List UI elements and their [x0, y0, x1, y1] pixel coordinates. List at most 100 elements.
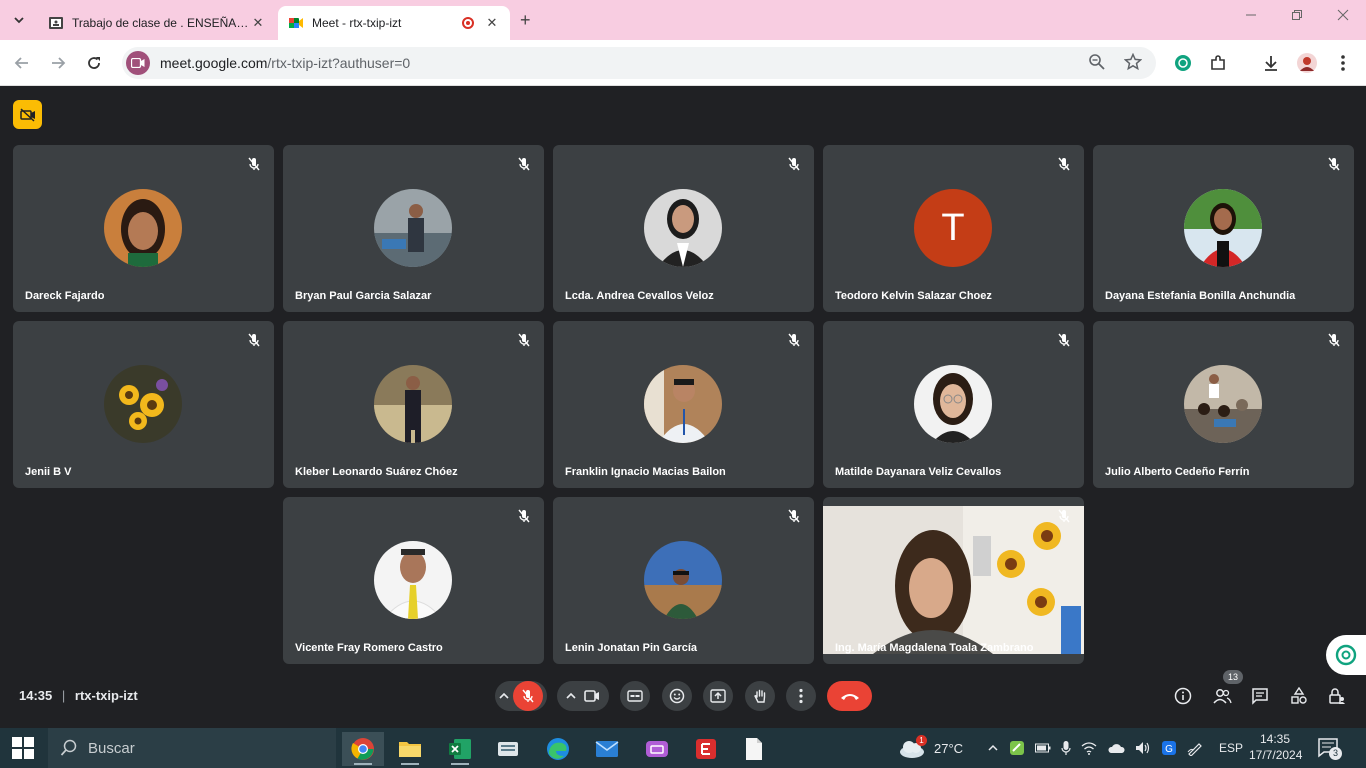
chatgpt-extension-button[interactable]	[1172, 52, 1194, 74]
people-button[interactable]	[1212, 686, 1232, 706]
participant-tile[interactable]: Dareck Fajardo	[13, 145, 274, 312]
participant-name: Lcda. Andrea Cevallos Veloz	[565, 290, 714, 302]
extensions-button[interactable]	[1207, 52, 1229, 74]
leave-call-button[interactable]	[827, 681, 872, 711]
participant-tile[interactable]: Lenin Jonatan Pin García	[553, 497, 814, 664]
camera-blocked-indicator[interactable]	[13, 100, 42, 129]
participant-tile[interactable]: Julio Alberto Cedeño Ferrín	[1093, 321, 1354, 488]
participant-tile[interactable]: Matilde Dayanara Veliz Cevallos	[823, 321, 1084, 488]
taskbar-clock[interactable]: 14:35 17/7/2024	[1249, 731, 1302, 763]
assistant-extension-button[interactable]	[1326, 635, 1366, 675]
avatar: T	[914, 189, 992, 267]
teams-icon	[646, 741, 668, 757]
restore-button[interactable]	[1274, 8, 1320, 24]
microphone-control[interactable]	[495, 681, 547, 711]
participant-tile[interactable]: Franklin Ignacio Macias Bailon	[553, 321, 814, 488]
reload-button[interactable]	[82, 51, 106, 75]
browser-menu-button[interactable]	[1332, 52, 1354, 74]
participant-tile[interactable]: Vicente Fray Romero Castro	[283, 497, 544, 664]
wifi-icon[interactable]	[1081, 741, 1097, 755]
forward-button[interactable]	[46, 51, 70, 75]
present-screen-button[interactable]	[703, 681, 733, 711]
green-app-icon[interactable]	[1009, 740, 1025, 756]
tab-meet[interactable]: Meet - rtx-txip-izt ✕	[278, 6, 510, 40]
participant-tile[interactable]: Lcda. Andrea Cevallos Veloz	[553, 145, 814, 312]
close-tab-icon[interactable]: ✕	[484, 15, 500, 31]
avatar	[1184, 365, 1262, 443]
volume-icon[interactable]	[1135, 741, 1151, 755]
avatar	[1297, 53, 1317, 73]
avatar	[104, 365, 182, 443]
camera-control[interactable]	[557, 681, 609, 711]
captions-button[interactable]	[620, 681, 650, 711]
downloads-button[interactable]	[1260, 52, 1282, 74]
taskbar-chrome[interactable]	[342, 732, 384, 766]
onedrive-icon[interactable]	[1107, 742, 1125, 754]
participant-name: Vicente Fray Romero Castro	[295, 642, 443, 654]
microphone-icon[interactable]	[1061, 740, 1071, 756]
profile-avatar[interactable]	[1296, 52, 1318, 74]
taskbar-edge[interactable]	[537, 732, 579, 766]
pen-icon[interactable]	[1187, 740, 1203, 756]
minimize-icon	[1246, 14, 1256, 16]
participant-tile[interactable]: Dayana Estefania Bonilla Anchundia	[1093, 145, 1354, 312]
taskbar-search-box[interactable]: Buscar	[48, 728, 336, 768]
host-controls-button[interactable]	[1327, 686, 1347, 706]
hang-up-icon	[840, 694, 859, 700]
avatar	[644, 189, 722, 267]
activities-button[interactable]	[1289, 686, 1309, 706]
muted-mic-icon	[1328, 157, 1340, 171]
taskbar-notepad[interactable]	[733, 732, 775, 766]
participant-tile-video[interactable]: Ing. María Magdalena Toala Zambrano	[823, 497, 1084, 664]
edge-icon	[547, 738, 569, 760]
meeting-info: 14:35 | rtx-txip-izt	[19, 688, 138, 703]
meeting-details-button[interactable]	[1173, 686, 1193, 706]
raise-hand-button[interactable]	[745, 681, 775, 711]
avatar	[374, 189, 452, 267]
google-drive-icon[interactable]: G	[1161, 740, 1177, 756]
mute-toggle-button[interactable]	[513, 681, 543, 711]
participant-tile[interactable]: Bryan Paul Garcia Salazar	[283, 145, 544, 312]
close-tab-icon[interactable]: ✕	[250, 15, 266, 31]
close-window-button[interactable]	[1320, 8, 1366, 24]
zoom-icon[interactable]	[1088, 53, 1106, 71]
arrow-left-icon	[14, 57, 28, 69]
notification-center-button[interactable]: 3	[1318, 738, 1342, 763]
battery-icon[interactable]	[1035, 743, 1051, 753]
site-info-icon[interactable]	[126, 51, 150, 75]
taskbar-teams-app[interactable]	[636, 732, 678, 766]
participant-tile[interactable]: Jenii B V	[13, 321, 274, 488]
taskbar-file-explorer[interactable]	[389, 732, 431, 766]
people-icon	[1213, 689, 1232, 704]
new-tab-button[interactable]: +	[520, 10, 531, 31]
puzzle-icon	[1211, 55, 1225, 70]
separator: |	[61, 688, 66, 703]
reactions-button[interactable]	[662, 681, 692, 711]
present-icon	[710, 689, 726, 703]
minimize-button[interactable]	[1228, 8, 1274, 24]
taskbar-excel[interactable]	[439, 732, 481, 766]
tab-title: Trabajo de clase de . ENSEÑANZA	[72, 16, 250, 30]
participant-tile[interactable]: T Teodoro Kelvin Salazar Choez	[823, 145, 1084, 312]
weather-widget[interactable]: 1 27°C	[898, 728, 963, 768]
video-camera-icon[interactable]	[584, 690, 600, 702]
taskbar-mail[interactable]	[586, 732, 628, 766]
participant-tile[interactable]: Kleber Leonardo Suárez Chóez	[283, 321, 544, 488]
input-language[interactable]: ESP	[1219, 741, 1243, 755]
arrow-right-icon	[52, 57, 66, 69]
bookmark-star-icon[interactable]	[1124, 53, 1142, 71]
info-icon	[1174, 687, 1192, 705]
taskbar-red-app[interactable]	[685, 732, 727, 766]
windows-start-icon[interactable]	[12, 737, 34, 759]
chat-button[interactable]	[1250, 686, 1270, 706]
more-options-button[interactable]	[786, 681, 816, 711]
chevron-up-icon[interactable]	[987, 742, 999, 754]
back-button[interactable]	[10, 51, 34, 75]
chevron-up-icon[interactable]	[566, 691, 576, 701]
tab-search-button[interactable]	[8, 9, 30, 31]
tab-classroom[interactable]: Trabajo de clase de . ENSEÑANZA ✕	[38, 6, 276, 40]
address-bar[interactable]: meet.google.com/rtx-txip-izt?authuser=0	[122, 47, 1156, 79]
chevron-up-icon[interactable]	[499, 691, 509, 701]
url-text: meet.google.com/rtx-txip-izt?authuser=0	[160, 55, 410, 71]
taskbar-keyboard-app[interactable]	[487, 732, 529, 766]
